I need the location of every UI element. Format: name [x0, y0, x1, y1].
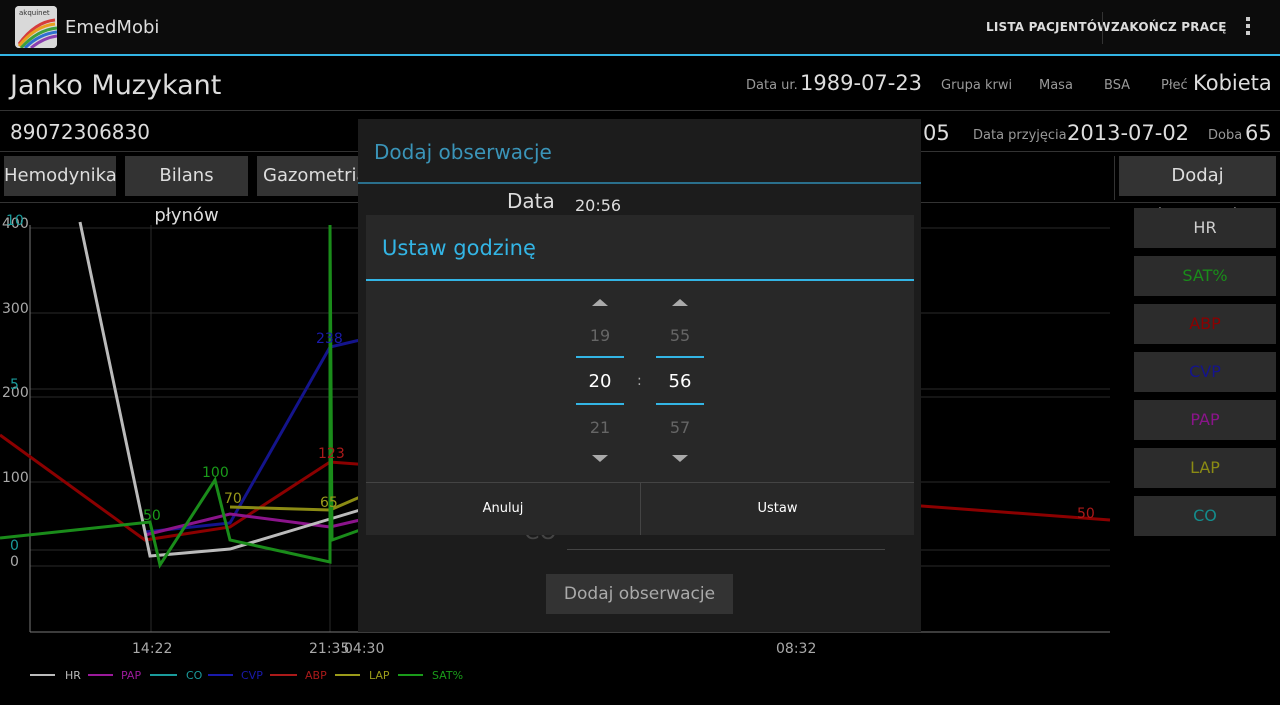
hour-prev[interactable]: 19	[576, 326, 624, 345]
partial-value: 05	[923, 121, 950, 145]
legend-abp: ABP	[305, 669, 327, 682]
time-picker-title: Ustaw godzinę	[382, 236, 536, 260]
admission-label: Data przyjęcia	[973, 128, 1067, 143]
app-logo-icon[interactable]: akquinet	[15, 6, 57, 48]
logo-text: akquinet	[19, 9, 50, 17]
label-sat-100: 100	[202, 465, 229, 481]
header-divider	[0, 110, 1280, 111]
minute-down-arrow-icon[interactable]	[672, 455, 688, 462]
tab-hemodynamics[interactable]: Hemodynika	[4, 156, 117, 196]
sex-label: Płeć	[1161, 78, 1188, 93]
submit-observation-button[interactable]: Dodaj obserwacje	[546, 574, 733, 614]
minute-selection-line-top	[656, 356, 704, 358]
date-value-field[interactable]: 20:56	[575, 196, 621, 215]
hour-selection-line-bottom	[576, 403, 624, 405]
pap-line	[144, 512, 361, 537]
y2-tick-0: 0	[10, 538, 19, 554]
minute-selection-line-bottom	[656, 403, 704, 405]
y-tick-100: 100	[2, 470, 29, 486]
series-button-co[interactable]: CO	[1134, 496, 1276, 536]
label-abp-123: 123	[318, 446, 345, 462]
blood-type-label: Grupa krwi	[941, 78, 1013, 93]
add-observation-dialog-title: Dodaj obserwacje	[374, 140, 552, 164]
sex-value: Kobieta	[1193, 71, 1272, 95]
action-separator	[1102, 12, 1103, 44]
day-value: 65	[1245, 121, 1272, 145]
set-time-button[interactable]: Ustaw	[641, 483, 914, 535]
series-button-lap[interactable]: LAP	[1134, 448, 1276, 488]
legend-hr: HR	[65, 669, 81, 682]
co-input[interactable]	[567, 549, 885, 550]
minute-input[interactable]: 56	[656, 371, 704, 392]
hour-next[interactable]: 21	[576, 418, 624, 437]
legend-sat: SAT%	[432, 669, 463, 682]
patient-list-button[interactable]: LISTA PACJENTÓW	[986, 20, 1111, 34]
minute-up-arrow-icon[interactable]	[672, 299, 688, 306]
x-tick-0430: 04:30	[344, 641, 384, 657]
y2-tick-10: 10	[6, 213, 24, 229]
hour-input[interactable]: 20	[576, 371, 624, 392]
patient-name: Janko Muzykant	[10, 70, 222, 101]
legend-cvp: CVP	[241, 669, 263, 682]
x-tick-1422: 14:22	[132, 641, 172, 657]
legend-pap: PAP	[121, 669, 141, 682]
label-abp-50: 50	[1077, 506, 1095, 522]
sat-line	[0, 224, 361, 569]
time-picker-title-divider	[366, 279, 914, 281]
dialog-title-divider	[358, 182, 921, 184]
x-tick-0832: 08:32	[776, 641, 816, 657]
series-button-pap[interactable]: PAP	[1134, 400, 1276, 440]
legend-co: CO	[186, 669, 203, 682]
series-button-cvp[interactable]: CVP	[1134, 352, 1276, 392]
admission-value: 2013-07-02	[1067, 121, 1190, 145]
mass-label: Masa	[1039, 78, 1073, 93]
series-button-sat[interactable]: SAT%	[1134, 256, 1276, 296]
label-lap-70: 70	[224, 491, 242, 507]
finish-work-button[interactable]: ZAKOŃCZ PRACĘ	[1111, 20, 1227, 34]
y-tick-300: 300	[2, 301, 29, 317]
tab-fluid-balance[interactable]: Bilans płynów	[125, 156, 248, 226]
dob-label: Data ur.	[746, 78, 798, 93]
hour-selection-line-top	[576, 356, 624, 358]
minute-prev[interactable]: 55	[656, 326, 704, 345]
bsa-label: BSA	[1104, 78, 1131, 93]
hour-down-arrow-icon[interactable]	[592, 455, 608, 462]
day-label: Doba	[1208, 128, 1243, 143]
time-separator: :	[637, 373, 642, 389]
legend-lap: LAP	[369, 669, 390, 682]
y-tick-0: 0	[10, 554, 19, 570]
label-lap-65: 65	[320, 495, 338, 511]
tab-gasometry[interactable]: Gazometria	[257, 156, 368, 196]
cancel-button[interactable]: Anuluj	[366, 483, 640, 535]
app-title: EmedMobi	[65, 17, 160, 38]
patient-id: 89072306830	[10, 120, 150, 144]
date-label: Data	[507, 189, 555, 213]
y2-tick-5: 5	[10, 377, 19, 393]
overflow-menu-icon[interactable]	[1238, 14, 1258, 42]
label-cvp-238: 238	[316, 331, 343, 347]
label-sat-50: 50	[143, 508, 161, 524]
series-button-hr[interactable]: HR	[1134, 208, 1276, 248]
toolbar-separator	[1114, 156, 1115, 200]
dob-value: 1989-07-23	[800, 71, 923, 95]
hour-up-arrow-icon[interactable]	[592, 299, 608, 306]
minute-next[interactable]: 57	[656, 418, 704, 437]
chart-legend: HR PAP CO CVP ABP LAP SAT%	[30, 669, 463, 682]
add-observation-button[interactable]: Dodaj obserwacje	[1119, 156, 1276, 226]
action-bar-divider	[0, 54, 1280, 56]
lap-line	[229, 495, 361, 512]
series-button-abp[interactable]: ABP	[1134, 304, 1276, 344]
